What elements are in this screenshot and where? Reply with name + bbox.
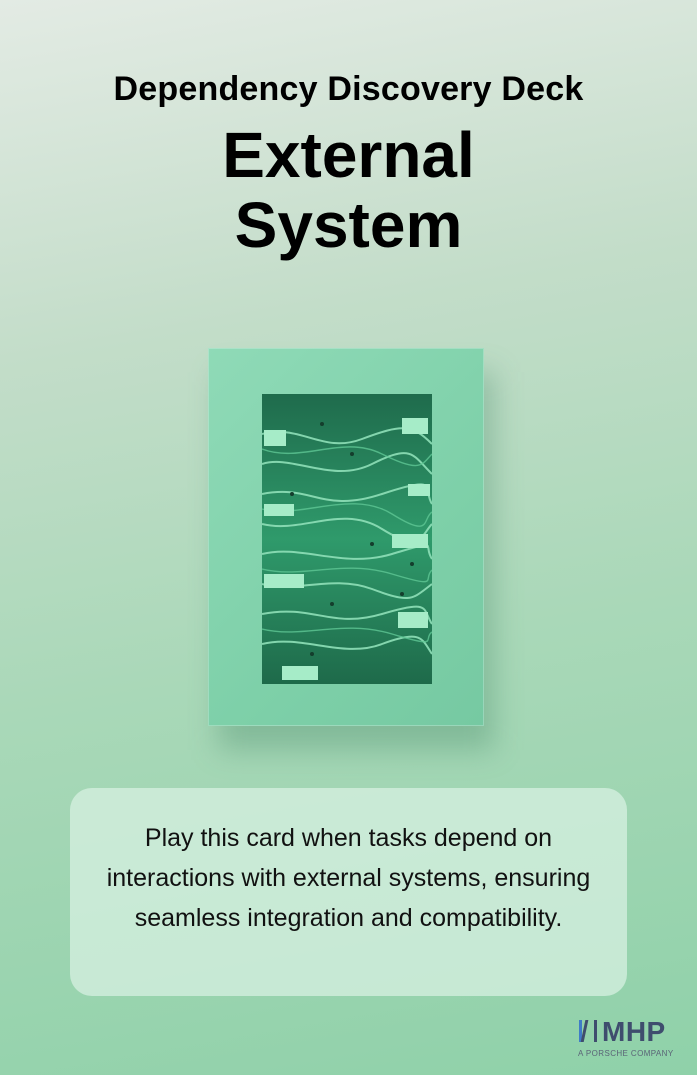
circuit-icon: [262, 394, 432, 684]
mhp-logo-icon: [579, 1020, 597, 1042]
card-title-line2: System: [234, 189, 463, 261]
description-box: Play this card when tasks depend on inte…: [70, 788, 627, 996]
description-text: Play this card when tasks depend on inte…: [106, 824, 591, 932]
circuit-frame-illustration: [208, 348, 494, 750]
card-title: External System: [0, 120, 697, 260]
mhp-logo: MHP A PORSCHE COMPANY: [578, 1017, 678, 1061]
logo-tagline: A PORSCHE COMPANY: [578, 1049, 674, 1058]
card-title-line1: External: [222, 119, 475, 191]
deck-title: Dependency Discovery Deck: [113, 70, 584, 108]
logo-name: MHP: [602, 1016, 666, 1047]
